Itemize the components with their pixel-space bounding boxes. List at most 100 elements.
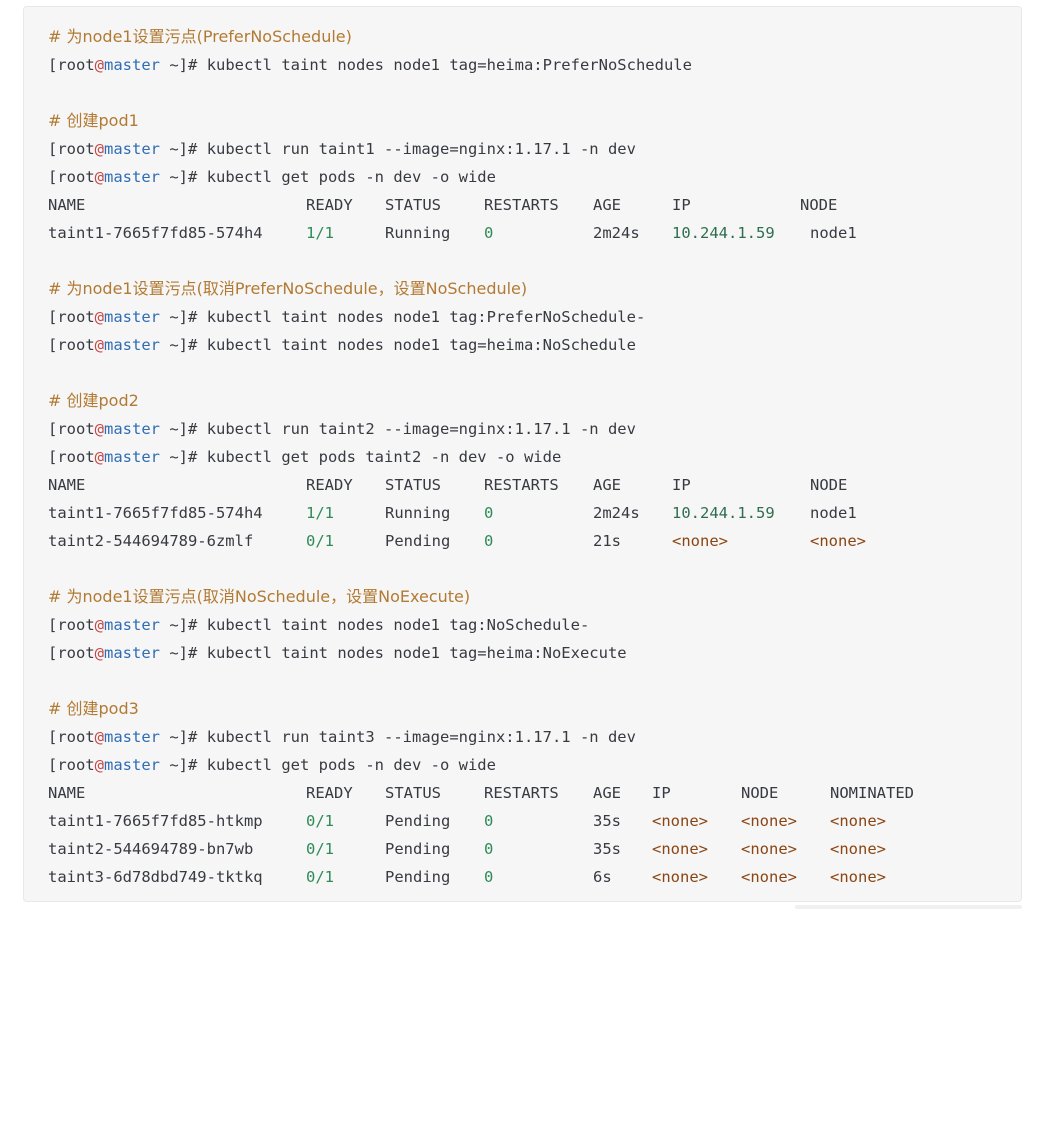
pod-age: 35s [593, 812, 621, 830]
command-line: [root@master ~]# kubectl get pods -n dev… [48, 163, 496, 191]
table-row: taint1-7665f7fd85-574h4 1/1 Running 0 2m… [48, 499, 1008, 527]
prompt-at: @ [94, 448, 105, 466]
prompt-open: [root [48, 644, 95, 662]
prompt-at: @ [94, 56, 105, 74]
command-line: [root@master ~]# kubectl taint nodes nod… [48, 331, 636, 359]
col-ip-header: IP [652, 784, 671, 802]
table-header-row: NAME READY STATUS RESTARTS AGE IP NODE N… [48, 779, 1008, 807]
prompt-open: [root [48, 728, 95, 746]
pod-ready: 0/1 [306, 840, 334, 858]
command-line: [root@master ~]# kubectl run taint3 --im… [48, 723, 636, 751]
table-row: taint3-6d78dbd749-tktkq 0/1 Pending 0 6s… [48, 863, 1008, 891]
prompt-at: @ [94, 728, 105, 746]
pod-name: taint2-544694789-6zmlf [48, 532, 254, 550]
comment-line: # 创建pod3 [48, 699, 139, 718]
command-text: kubectl run taint2 --image=nginx:1.17.1 … [206, 420, 636, 438]
prompt-host: master [104, 56, 161, 74]
pod-name: taint1-7665f7fd85-htkmp [48, 812, 263, 830]
prompt-close: ~]# [160, 448, 207, 466]
command-text: kubectl get pods taint2 -n dev -o wide [206, 448, 562, 466]
pod-restarts: 0 [484, 224, 494, 242]
pod-name: taint1-7665f7fd85-574h4 [48, 504, 263, 522]
prompt-at: @ [94, 308, 105, 326]
command-line: [root@master ~]# kubectl taint nodes nod… [48, 639, 627, 667]
pod-ip: <none> [672, 532, 728, 550]
pod-node: node1 [810, 504, 857, 522]
col-ip-header: IP [672, 476, 691, 494]
col-status-header: STATUS [385, 196, 441, 214]
command-line: [root@master ~]# kubectl get pods taint2… [48, 443, 561, 471]
comment-line: # 创建pod1 [48, 111, 139, 130]
command-line: [root@master ~]# kubectl run taint2 --im… [48, 415, 636, 443]
command-text: kubectl run taint1 --image=nginx:1.17.1 … [206, 140, 636, 158]
prompt-open: [root [48, 448, 95, 466]
prompt-host: master [104, 308, 161, 326]
pod-status: Pending [385, 532, 451, 550]
pod-age: 35s [593, 840, 621, 858]
command-text: kubectl get pods -n dev -o wide [206, 756, 496, 774]
prompt-at: @ [94, 756, 105, 774]
pod-ready: 0/1 [306, 868, 334, 886]
command-text: kubectl taint nodes node1 tag=heima:NoSc… [206, 336, 636, 354]
pod-ip: <none> [652, 868, 708, 886]
command-line: [root@master ~]# kubectl taint nodes nod… [48, 51, 692, 79]
comment-line: # 为node1设置污点(取消PreferNoSchedule，设置NoSche… [48, 279, 528, 298]
table-row: taint2-544694789-bn7wb 0/1 Pending 0 35s… [48, 835, 1008, 863]
comment-line: # 为node1设置污点(取消NoSchedule，设置NoExecute) [48, 587, 471, 606]
prompt-close: ~]# [160, 728, 207, 746]
pod-ip: 10.244.1.59 [672, 224, 775, 242]
prompt-open: [root [48, 56, 95, 74]
prompt-open: [root [48, 140, 95, 158]
horizontal-scrollbar[interactable] [795, 905, 1022, 909]
pod-status: Pending [385, 812, 451, 830]
prompt-close: ~]# [160, 756, 207, 774]
prompt-host: master [104, 616, 161, 634]
prompt-close: ~]# [160, 420, 207, 438]
prompt-host: master [104, 336, 161, 354]
pod-restarts: 0 [484, 532, 494, 550]
prompt-open: [root [48, 168, 95, 186]
pod-nominated: <none> [830, 812, 886, 830]
pod-nominated: <none> [830, 868, 886, 886]
pod-age: 2m24s [593, 504, 640, 522]
pod-name: taint3-6d78dbd749-tktkq [48, 868, 263, 886]
prompt-at: @ [94, 420, 105, 438]
prompt-close: ~]# [160, 616, 207, 634]
command-line: [root@master ~]# kubectl run taint1 --im… [48, 135, 636, 163]
col-status-header: STATUS [385, 784, 441, 802]
prompt-host: master [104, 168, 161, 186]
prompt-open: [root [48, 420, 95, 438]
pod-status: Running [385, 224, 451, 242]
pod-node: <none> [810, 532, 866, 550]
pod-node: <none> [741, 840, 797, 858]
col-name-header: NAME [48, 784, 86, 802]
col-age-header: AGE [593, 196, 621, 214]
pod-ready: 1/1 [306, 224, 334, 242]
command-line: [root@master ~]# kubectl taint nodes nod… [48, 303, 645, 331]
col-ready-header: READY [306, 476, 353, 494]
prompt-host: master [104, 728, 161, 746]
col-node-header: NODE [810, 476, 848, 494]
col-node-header: NODE [741, 784, 779, 802]
pod-status: Running [385, 504, 451, 522]
col-age-header: AGE [593, 476, 621, 494]
prompt-at: @ [94, 140, 105, 158]
pod-restarts: 0 [484, 868, 494, 886]
col-restarts-header: RESTARTS [484, 196, 559, 214]
command-text: kubectl taint nodes node1 tag=heima:NoEx… [206, 644, 627, 662]
prompt-open: [root [48, 308, 95, 326]
col-name-header: NAME [48, 196, 86, 214]
pod-nominated: <none> [830, 840, 886, 858]
command-text: kubectl run taint3 --image=nginx:1.17.1 … [206, 728, 636, 746]
pod-ready: 0/1 [306, 812, 334, 830]
col-restarts-header: RESTARTS [484, 476, 559, 494]
comment-line: # 创建pod2 [48, 391, 139, 410]
table-header-row: NAME READY STATUS RESTARTS AGE IP NODE [48, 191, 1008, 219]
prompt-host: master [104, 420, 161, 438]
command-text: kubectl get pods -n dev -o wide [206, 168, 496, 186]
col-nominated-header: NOMINATED [830, 784, 914, 802]
col-ready-header: READY [306, 784, 353, 802]
col-status-header: STATUS [385, 476, 441, 494]
pod-ip: <none> [652, 840, 708, 858]
pod-status: Pending [385, 840, 451, 858]
